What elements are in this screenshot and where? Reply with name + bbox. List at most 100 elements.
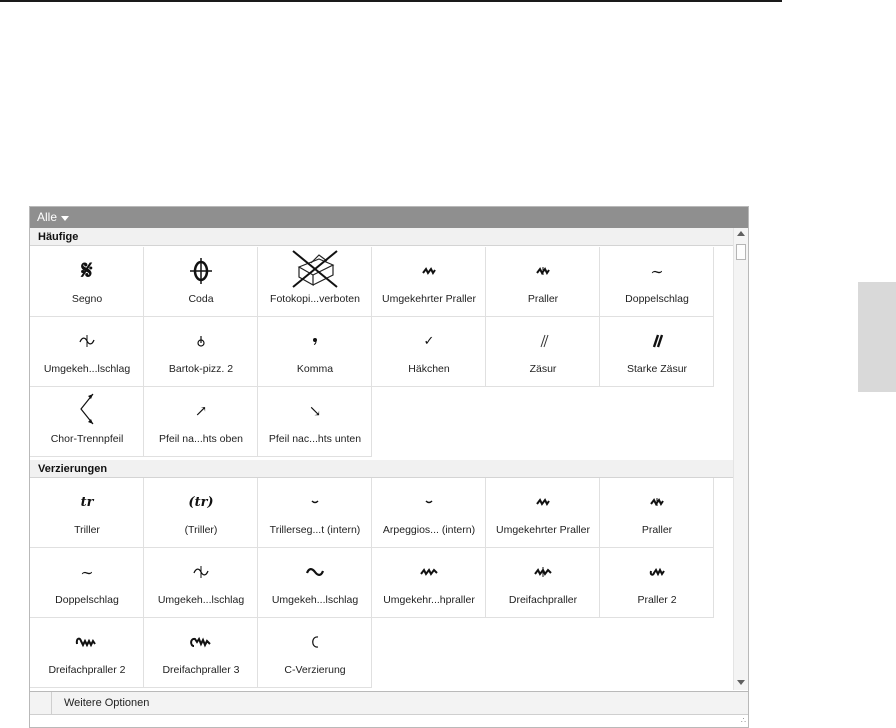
inverted-turn-slash-icon	[258, 554, 372, 590]
no-photocopy-icon	[258, 249, 372, 289]
inverted-turn-icon	[30, 323, 144, 359]
symbol-cell[interactable]: Dreifachpraller 3	[144, 618, 258, 688]
symbol-label: Umgekehrter Praller	[382, 293, 476, 305]
choir-divider-arrow-icon	[30, 389, 144, 429]
mordent-icon	[486, 253, 600, 289]
c-ornament-icon	[258, 624, 372, 660]
chevron-down-icon	[61, 215, 70, 221]
symbol-label: Pfeil na...hts oben	[158, 433, 244, 445]
symbol-cell[interactable]: Praller	[486, 247, 600, 317]
symbol-cell[interactable]: Umgekehr...hpraller	[372, 548, 486, 618]
symbol-cell[interactable]: Bartok-pizz. 2	[144, 317, 258, 387]
symbol-label: Umgekeh...lschlag	[43, 363, 131, 375]
symbol-cell[interactable]: Fotokopi...verboten	[258, 247, 372, 317]
comma-icon	[258, 323, 372, 359]
inverted-mordent-icon	[486, 484, 600, 520]
trill-segment-icon	[258, 484, 372, 520]
turn-icon: ∼	[80, 562, 94, 582]
symbol-cell[interactable]: ↘ Pfeil nac...hts unten	[258, 387, 372, 457]
symbol-cell[interactable]: Chor-Trennpfeil	[30, 387, 144, 457]
symbol-cell[interactable]: C-Verzierung	[258, 618, 372, 688]
triple-mordent-icon	[486, 554, 600, 590]
symbol-label: Umgekehrter Praller	[496, 524, 590, 536]
symbol-cell[interactable]: Umgekeh...lschlag	[30, 317, 144, 387]
symbol-label: Pfeil nac...hts unten	[268, 433, 362, 445]
symbol-label: Praller	[641, 524, 673, 536]
trill-icon: tr	[80, 494, 94, 510]
arpeggio-segment-icon	[372, 484, 486, 520]
coda-icon	[144, 253, 258, 289]
symbol-cell[interactable]: Dreifachpraller	[486, 548, 600, 618]
symbol-cell[interactable]: ∼ Doppelschlag	[30, 548, 144, 618]
symbol-label: Dreifachpraller 2	[48, 664, 126, 676]
status-strip: ∴	[30, 715, 748, 727]
scroll-down-icon[interactable]	[737, 680, 745, 685]
symbol-cell[interactable]: Starke Zäsur	[600, 317, 714, 387]
symbol-label: Trillerseg...t (intern)	[269, 524, 361, 536]
side-tab[interactable]	[858, 282, 896, 392]
symbol-label: Triller	[74, 524, 100, 536]
symbol-cell[interactable]: (tr) (Triller)	[144, 478, 258, 548]
symbol-label: Doppelschlag	[55, 594, 119, 606]
symbol-cell[interactable]: Praller	[600, 478, 714, 548]
symbol-label: Praller	[527, 293, 559, 305]
symbol-label: Praller 2	[637, 594, 677, 606]
mordent-icon	[600, 484, 714, 520]
symbol-label: Segno	[71, 293, 103, 305]
symbol-label: Bartok-pizz. 2	[168, 363, 234, 375]
section-header-haeufige: Häufige	[30, 228, 733, 246]
top-rule	[0, 0, 782, 2]
symbol-cell[interactable]: Arpeggios... (intern)	[372, 478, 486, 548]
strong-caesura-icon	[600, 323, 714, 359]
scroll-up-icon[interactable]	[737, 231, 745, 236]
symbol-cell[interactable]: Coda	[144, 247, 258, 317]
triple-mordent-2-icon	[30, 624, 144, 660]
symbol-palette: Alle Häufige 𝄋 Segno Coda Fotokopi...ver…	[29, 206, 749, 728]
symbol-label: Umgekehr...hpraller	[383, 594, 475, 606]
symbol-label: C-Verzierung	[284, 664, 346, 676]
symbol-label: Dreifachpraller	[508, 594, 578, 606]
palette-content: Häufige 𝄋 Segno Coda Fotokopi...verboten…	[30, 228, 733, 690]
symbol-label: Häkchen	[408, 363, 450, 375]
triple-mordent-3-icon	[144, 624, 258, 660]
symbol-cell[interactable]: Umgekeh...lschlag	[258, 548, 372, 618]
tick-icon: ✓	[423, 333, 435, 349]
symbol-label: Komma	[296, 363, 334, 375]
turn-icon: ∼	[650, 261, 664, 281]
section-header-verzierungen: Verzierungen	[30, 460, 733, 478]
symbol-label: Arpeggios... (intern)	[382, 524, 476, 536]
symbol-cell[interactable]: Umgekehrter Praller	[372, 247, 486, 317]
symbol-label: Zäsur	[529, 363, 557, 375]
symbol-cell[interactable]: tr Triller	[30, 478, 144, 548]
palette-header: Alle	[30, 207, 748, 228]
symbol-cell[interactable]: ∼ Doppelschlag	[600, 247, 714, 317]
inverted-mordent-icon	[372, 253, 486, 289]
symbol-cell[interactable]: Trillerseg...t (intern)	[258, 478, 372, 548]
symbol-cell[interactable]: Umgekeh...lschlag	[144, 548, 258, 618]
filter-label: Alle	[37, 210, 58, 224]
arrow-up-right-icon: ↗	[194, 402, 208, 420]
symbol-cell[interactable]: Praller 2	[600, 548, 714, 618]
resize-grip-icon[interactable]: ∴	[741, 717, 746, 725]
symbol-cell[interactable]: Umgekehrter Praller	[486, 478, 600, 548]
symbol-cell[interactable]: Zäsur	[486, 317, 600, 387]
caesura-icon	[486, 323, 600, 359]
mordent-2-icon	[600, 554, 714, 590]
symbol-cell[interactable]: 𝄋 Segno	[30, 247, 144, 317]
segno-icon: 𝄋	[81, 255, 93, 286]
symbol-cell[interactable]: Komma	[258, 317, 372, 387]
arrow-down-right-icon: ↘	[308, 402, 322, 420]
more-options-bar[interactable]: Weitere Optionen	[30, 691, 748, 715]
trill-parenthesized-icon: (tr)	[188, 494, 214, 510]
symbol-label: Fotokopi...verboten	[270, 293, 360, 305]
filter-dropdown[interactable]: Alle	[37, 209, 70, 226]
vertical-scrollbar[interactable]	[733, 228, 748, 690]
scroll-thumb[interactable]	[736, 244, 746, 260]
symbol-cell[interactable]: ↗ Pfeil na...hts oben	[144, 387, 258, 457]
inverted-turn-icon	[144, 554, 258, 590]
more-options-label[interactable]: Weitere Optionen	[64, 692, 149, 715]
symbol-cell[interactable]: ✓ Häkchen	[372, 317, 486, 387]
symbol-cell[interactable]: Dreifachpraller 2	[30, 618, 144, 688]
bartok-pizz-icon	[144, 323, 258, 359]
options-toggle[interactable]	[30, 692, 52, 715]
